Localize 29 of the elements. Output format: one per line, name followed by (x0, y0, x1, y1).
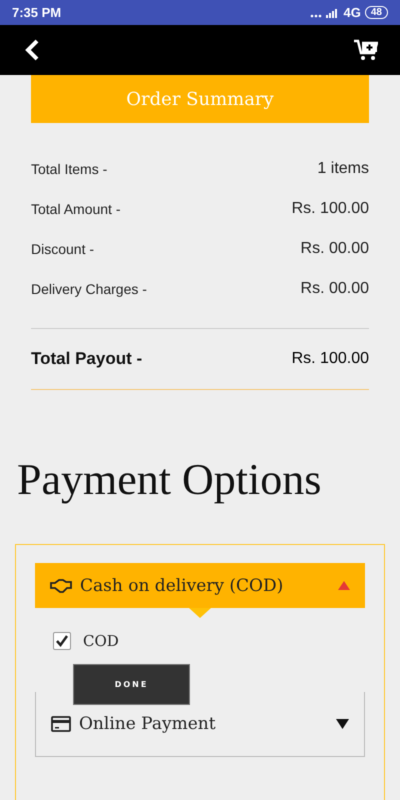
summary-label: Total Amount - (31, 201, 120, 217)
battery-level: 48 (364, 6, 388, 19)
summary-value: Rs. 00.00 (300, 280, 369, 298)
payment-method-label: Cash on delivery (COD) (80, 576, 284, 596)
status-time: 7:35 PM (12, 5, 62, 20)
credit-card-icon (51, 716, 71, 732)
summary-value: 1 items (317, 160, 369, 178)
payment-method-label: Online Payment (79, 714, 216, 734)
checkbox[interactable] (53, 632, 71, 650)
section-title: Payment Options (17, 454, 322, 506)
summary-value: Rs. 100.00 (292, 200, 369, 218)
expand-icon (336, 719, 349, 729)
back-icon[interactable] (24, 39, 40, 61)
summary-label: Discount - (31, 241, 94, 257)
total-label: Total Payout - (31, 349, 142, 369)
summary-value: Rs. 00.00 (300, 240, 369, 258)
summary-label: Delivery Charges - (31, 281, 147, 297)
payment-method-header[interactable]: Online Payment (35, 692, 365, 757)
done-button[interactable]: DONE (73, 664, 190, 705)
payment-method-header[interactable]: Cash on delivery (COD) (35, 563, 365, 608)
total-value: Rs. 100.00 (292, 350, 369, 368)
order-summary-header: Order Summary (31, 75, 369, 123)
pointer-icon (189, 608, 211, 618)
summary-label: Total Items - (31, 161, 108, 177)
signal-icon (310, 8, 340, 18)
option-label: COD (83, 632, 119, 650)
network-type: 4G (344, 5, 361, 20)
add-to-cart-icon[interactable] (354, 39, 378, 61)
collapse-icon (338, 581, 350, 590)
